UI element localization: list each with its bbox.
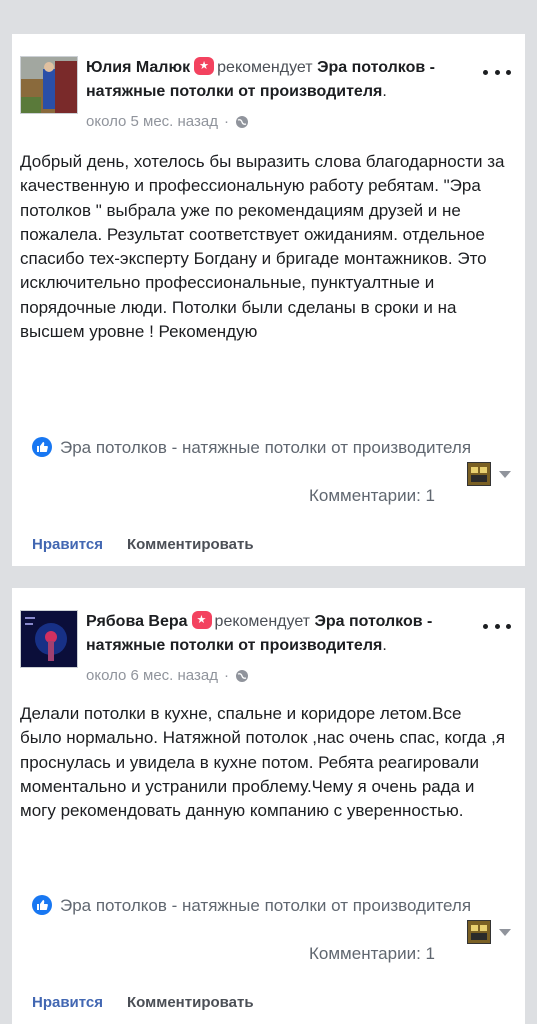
- reactor-controls: [467, 462, 511, 486]
- post-time[interactable]: около 6 мес. назад: [86, 664, 218, 688]
- author-name[interactable]: Юлия Малюк: [86, 59, 190, 76]
- avatar[interactable]: [20, 610, 78, 668]
- liked-by: Эра потолков - натяжные потолки от произ…: [32, 436, 512, 460]
- more-options-icon[interactable]: [483, 64, 511, 80]
- post-time[interactable]: около 5 мес. назад: [86, 110, 218, 134]
- post-header: Юлия Малюкрекомендует Эра потолков - нат…: [12, 34, 525, 144]
- post-headline: Юлия Малюкрекомендует Эра потолков - нат…: [86, 56, 476, 134]
- reactor-avatar[interactable]: [467, 920, 491, 944]
- comments-count[interactable]: Комментарии: 1: [309, 944, 435, 964]
- comments-count[interactable]: Комментарии: 1: [309, 486, 435, 506]
- reactor-avatar[interactable]: [467, 462, 491, 486]
- feed-gap: [0, 0, 537, 14]
- comment-button[interactable]: Комментировать: [127, 994, 254, 1011]
- more-options-icon[interactable]: [483, 618, 511, 634]
- globe-icon: [235, 670, 248, 682]
- caret-down-icon[interactable]: [499, 470, 511, 478]
- like-icon: [32, 437, 52, 457]
- recommend-verb: рекомендует: [217, 59, 313, 76]
- like-icon: [32, 895, 52, 915]
- like-button[interactable]: Нравится: [32, 536, 103, 553]
- liked-by-name[interactable]: Эра потолков - натяжные потолки от произ…: [60, 438, 471, 457]
- meta-separator: ·: [223, 667, 229, 684]
- like-button[interactable]: Нравится: [32, 994, 103, 1011]
- review-post: Рябова Вера рекомендует Эра потолков - на…: [12, 588, 525, 1024]
- reactor-controls: [467, 920, 511, 944]
- post-headline: Рябова Верарекомендует Эра потолков - на…: [86, 610, 476, 688]
- review-post: Юлия Малюк рекомендует Эра потолков - нат…: [12, 34, 525, 566]
- post-header: Рябова Верарекомендует Эра потолков - на…: [12, 588, 525, 698]
- post-actions: Нравится Комментировать: [32, 536, 254, 553]
- liked-by: Эра потолков - натяжные потолки от произ…: [32, 894, 512, 918]
- author-name[interactable]: Рябова Вера: [86, 613, 188, 630]
- review-text: Делали потолки в кухне, спальне и коридо…: [20, 704, 506, 821]
- post-meta: около 6 мес. назад ·: [86, 664, 476, 688]
- recommend-verb: рекомендует: [214, 613, 311, 630]
- globe-icon: [235, 116, 248, 128]
- recommend-badge-icon: [191, 611, 212, 629]
- meta-separator: ·: [223, 113, 229, 130]
- caret-down-icon[interactable]: [499, 928, 511, 936]
- recommend-badge-icon: [194, 57, 215, 75]
- liked-by-name[interactable]: Эра потолков - натяжные потолки от произ…: [60, 896, 471, 915]
- post-meta: около 5 мес. назад ·: [86, 110, 476, 134]
- comment-button[interactable]: Комментировать: [127, 536, 254, 553]
- avatar[interactable]: [20, 56, 78, 114]
- review-text: Добрый день, хотелось бы выразить слова …: [20, 152, 505, 342]
- post-actions: Нравится Комментировать: [32, 994, 254, 1011]
